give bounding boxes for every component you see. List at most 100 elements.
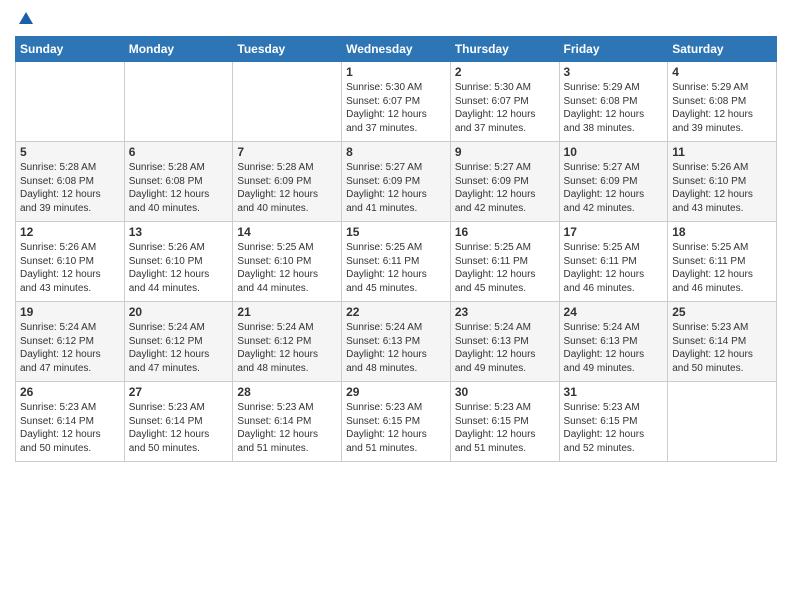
day-info: Sunrise: 5:26 AM Sunset: 6:10 PM Dayligh… (672, 161, 772, 215)
day-cell: 7 Sunrise: 5:28 AM Sunset: 6:09 PM Daylig… (233, 142, 342, 222)
day-info: Sunrise: 5:23 AM Sunset: 6:15 PM Dayligh… (564, 401, 664, 455)
day-cell: 23Sunrise: 5:24 AM Sunset: 6:13 PM Dayli… (450, 302, 559, 382)
weekday-header-tuesday: Tuesday (233, 37, 342, 62)
week-row-1: 1 Sunrise: 5:30 AM Sunset: 6:07 PM Daylig… (16, 62, 777, 142)
day-cell: 6 Sunrise: 5:28 AM Sunset: 6:08 PM Daylig… (124, 142, 233, 222)
day-info: Sunrise: 5:26 AM Sunset: 6:10 PM Dayligh… (129, 241, 229, 295)
day-number: 2 (455, 65, 555, 79)
day-number: 26 (20, 385, 120, 399)
day-cell: 9 Sunrise: 5:27 AM Sunset: 6:09 PM Daylig… (450, 142, 559, 222)
weekday-header-friday: Friday (559, 37, 668, 62)
day-info: Sunrise: 5:30 AM Sunset: 6:07 PM Dayligh… (455, 81, 555, 135)
day-info: Sunrise: 5:24 AM Sunset: 6:13 PM Dayligh… (346, 321, 446, 375)
day-info: Sunrise: 5:25 AM Sunset: 6:11 PM Dayligh… (564, 241, 664, 295)
day-info: Sunrise: 5:24 AM Sunset: 6:12 PM Dayligh… (20, 321, 120, 375)
weekday-header-monday: Monday (124, 37, 233, 62)
day-info: Sunrise: 5:27 AM Sunset: 6:09 PM Dayligh… (455, 161, 555, 215)
weekday-header-thursday: Thursday (450, 37, 559, 62)
day-cell: 1Sunrise: 5:30 AM Sunset: 6:07 PM Daylig… (342, 62, 451, 142)
day-cell: 16Sunrise: 5:25 AM Sunset: 6:11 PM Dayli… (450, 222, 559, 302)
day-number: 8 (346, 145, 446, 159)
logo (15, 10, 35, 28)
day-cell: 27 Sunrise: 5:23 AM Sunset: 6:14 PM Dayli… (124, 382, 233, 462)
day-cell: 29Sunrise: 5:23 AM Sunset: 6:15 PM Dayli… (342, 382, 451, 462)
day-info: Sunrise: 5:23 AM Sunset: 6:14 PM Dayligh… (237, 401, 337, 455)
weekday-header-sunday: Sunday (16, 37, 125, 62)
day-number: 23 (455, 305, 555, 319)
day-cell (16, 62, 125, 142)
weekday-header-wednesday: Wednesday (342, 37, 451, 62)
day-number: 19 (20, 305, 120, 319)
day-info: Sunrise: 5:25 AM Sunset: 6:11 PM Dayligh… (346, 241, 446, 295)
day-number: 3 (564, 65, 664, 79)
day-info: Sunrise: 5:23 AM Sunset: 6:14 PM Dayligh… (129, 401, 229, 455)
day-cell: 5 Sunrise: 5:28 AM Sunset: 6:08 PM Daylig… (16, 142, 125, 222)
week-row-3: 12Sunrise: 5:26 AM Sunset: 6:10 PM Dayli… (16, 222, 777, 302)
day-number: 27 (129, 385, 229, 399)
day-cell: 11 Sunrise: 5:26 AM Sunset: 6:10 PM Dayli… (668, 142, 777, 222)
day-number: 1 (346, 65, 446, 79)
day-number: 14 (237, 225, 337, 239)
day-number: 16 (455, 225, 555, 239)
day-number: 15 (346, 225, 446, 239)
day-number: 17 (564, 225, 664, 239)
day-cell: 10 Sunrise: 5:27 AM Sunset: 6:09 PM Dayli… (559, 142, 668, 222)
day-number: 28 (237, 385, 337, 399)
day-number: 9 (455, 145, 555, 159)
day-cell: 2 Sunrise: 5:30 AM Sunset: 6:07 PM Daylig… (450, 62, 559, 142)
day-info: Sunrise: 5:25 AM Sunset: 6:11 PM Dayligh… (672, 241, 772, 295)
day-number: 11 (672, 145, 772, 159)
day-cell: 28 Sunrise: 5:23 AM Sunset: 6:14 PM Dayli… (233, 382, 342, 462)
day-cell: 31 Sunrise: 5:23 AM Sunset: 6:15 PM Dayli… (559, 382, 668, 462)
day-info: Sunrise: 5:25 AM Sunset: 6:10 PM Dayligh… (237, 241, 337, 295)
day-cell (124, 62, 233, 142)
day-info: Sunrise: 5:24 AM Sunset: 6:13 PM Dayligh… (564, 321, 664, 375)
day-number: 13 (129, 225, 229, 239)
day-cell: 18 Sunrise: 5:25 AM Sunset: 6:11 PM Dayli… (668, 222, 777, 302)
day-info: Sunrise: 5:24 AM Sunset: 6:12 PM Dayligh… (129, 321, 229, 375)
calendar-table: SundayMondayTuesdayWednesdayThursdayFrid… (15, 36, 777, 462)
day-number: 7 (237, 145, 337, 159)
day-number: 10 (564, 145, 664, 159)
day-info: Sunrise: 5:23 AM Sunset: 6:15 PM Dayligh… (455, 401, 555, 455)
logo-icon (17, 10, 35, 28)
day-info: Sunrise: 5:28 AM Sunset: 6:09 PM Dayligh… (237, 161, 337, 215)
day-info: Sunrise: 5:29 AM Sunset: 6:08 PM Dayligh… (672, 81, 772, 135)
day-number: 25 (672, 305, 772, 319)
day-info: Sunrise: 5:23 AM Sunset: 6:14 PM Dayligh… (20, 401, 120, 455)
day-cell: 19 Sunrise: 5:24 AM Sunset: 6:12 PM Dayli… (16, 302, 125, 382)
week-row-4: 19 Sunrise: 5:24 AM Sunset: 6:12 PM Dayli… (16, 302, 777, 382)
day-cell: 15 Sunrise: 5:25 AM Sunset: 6:11 PM Dayli… (342, 222, 451, 302)
day-cell: 30 Sunrise: 5:23 AM Sunset: 6:15 PM Dayli… (450, 382, 559, 462)
day-number: 4 (672, 65, 772, 79)
day-cell: 13 Sunrise: 5:26 AM Sunset: 6:10 PM Dayli… (124, 222, 233, 302)
day-cell (668, 382, 777, 462)
day-cell: 17 Sunrise: 5:25 AM Sunset: 6:11 PM Dayli… (559, 222, 668, 302)
day-info: Sunrise: 5:23 AM Sunset: 6:14 PM Dayligh… (672, 321, 772, 375)
day-info: Sunrise: 5:24 AM Sunset: 6:12 PM Dayligh… (237, 321, 337, 375)
day-cell: 21Sunrise: 5:24 AM Sunset: 6:12 PM Dayli… (233, 302, 342, 382)
day-cell (233, 62, 342, 142)
day-info: Sunrise: 5:27 AM Sunset: 6:09 PM Dayligh… (346, 161, 446, 215)
day-number: 29 (346, 385, 446, 399)
day-number: 18 (672, 225, 772, 239)
day-number: 31 (564, 385, 664, 399)
day-cell: 12Sunrise: 5:26 AM Sunset: 6:10 PM Dayli… (16, 222, 125, 302)
day-number: 30 (455, 385, 555, 399)
week-row-2: 5 Sunrise: 5:28 AM Sunset: 6:08 PM Daylig… (16, 142, 777, 222)
day-number: 20 (129, 305, 229, 319)
day-info: Sunrise: 5:28 AM Sunset: 6:08 PM Dayligh… (20, 161, 120, 215)
day-cell: 20 Sunrise: 5:24 AM Sunset: 6:12 PM Dayli… (124, 302, 233, 382)
day-number: 5 (20, 145, 120, 159)
day-info: Sunrise: 5:27 AM Sunset: 6:09 PM Dayligh… (564, 161, 664, 215)
weekday-header-saturday: Saturday (668, 37, 777, 62)
day-cell: 4 Sunrise: 5:29 AM Sunset: 6:08 PM Daylig… (668, 62, 777, 142)
day-cell: 14 Sunrise: 5:25 AM Sunset: 6:10 PM Dayli… (233, 222, 342, 302)
day-cell: 8 Sunrise: 5:27 AM Sunset: 6:09 PM Daylig… (342, 142, 451, 222)
weekday-header-row: SundayMondayTuesdayWednesdayThursdayFrid… (16, 37, 777, 62)
day-info: Sunrise: 5:28 AM Sunset: 6:08 PM Dayligh… (129, 161, 229, 215)
header (15, 10, 777, 28)
day-number: 22 (346, 305, 446, 319)
day-number: 6 (129, 145, 229, 159)
day-cell: 3Sunrise: 5:29 AM Sunset: 6:08 PM Daylig… (559, 62, 668, 142)
